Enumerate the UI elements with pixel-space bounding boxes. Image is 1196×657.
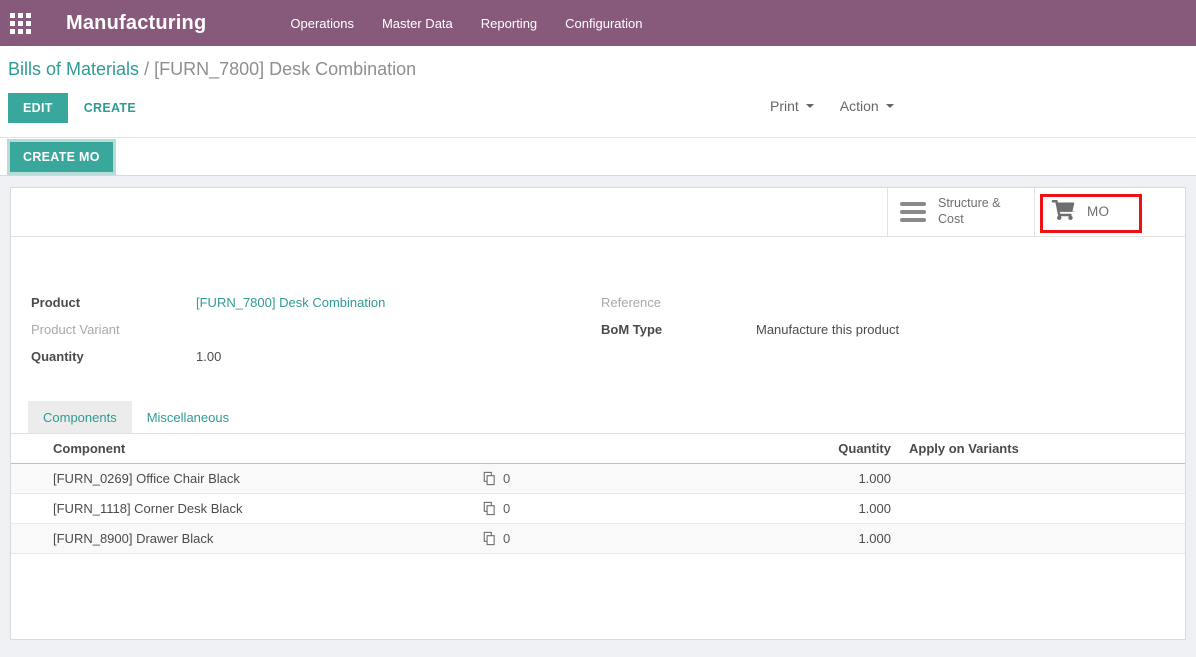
header-quantity: Quantity xyxy=(541,441,909,456)
apps-grid-icon[interactable] xyxy=(10,13,31,34)
mo-button[interactable]: MO xyxy=(1034,188,1147,236)
top-navbar: Manufacturing Operations Master Data Rep… xyxy=(0,0,1196,46)
form-sheet: Structure & Cost MO Product [FURN_7800] … xyxy=(10,187,1186,640)
quantity-cell[interactable]: 1.000 xyxy=(541,501,909,516)
product-variant-label: Product Variant xyxy=(31,322,196,337)
action-dropdowns: Print Action xyxy=(770,98,894,114)
table-row[interactable]: [FURN_1118] Corner Desk Black 0 1.000 xyxy=(11,494,1185,524)
copy-pages-icon xyxy=(481,501,496,516)
bom-type-value: Manufacture this product xyxy=(756,322,899,337)
product-label: Product xyxy=(31,295,196,310)
action-dropdown-label: Action xyxy=(840,98,879,114)
menu-operations[interactable]: Operations xyxy=(276,8,368,39)
menu-reporting[interactable]: Reporting xyxy=(467,8,551,39)
component-cell[interactable]: [FURN_8900] Drawer Black xyxy=(11,531,481,546)
breadcrumb-current: [FURN_7800] Desk Combination xyxy=(154,59,416,79)
tab-components[interactable]: Components xyxy=(28,401,132,433)
tab-miscellaneous[interactable]: Miscellaneous xyxy=(132,401,244,433)
quantity-value: 1.00 xyxy=(196,349,221,364)
badge-count: 0 xyxy=(503,471,510,486)
caret-down-icon xyxy=(806,104,814,108)
menu-configuration[interactable]: Configuration xyxy=(551,8,656,39)
reference-label: Reference xyxy=(601,295,756,310)
attachment-badge[interactable]: 0 xyxy=(481,471,541,486)
quantity-cell[interactable]: 1.000 xyxy=(541,531,909,546)
content-area: Structure & Cost MO Product [FURN_7800] … xyxy=(0,176,1196,640)
badge-count: 0 xyxy=(503,501,510,516)
components-table: Component Quantity Apply on Variants [FU… xyxy=(11,434,1185,554)
menu-master-data[interactable]: Master Data xyxy=(368,8,467,39)
shopping-cart-icon xyxy=(1051,200,1075,225)
badge-count: 0 xyxy=(503,531,510,546)
create-button[interactable]: CREATE xyxy=(84,101,136,115)
form-field-group: Product [FURN_7800] Desk Combination Pro… xyxy=(11,289,1185,370)
quantity-cell[interactable]: 1.000 xyxy=(541,471,909,486)
structure-cost-label: Structure & Cost xyxy=(938,196,1022,227)
table-header-row: Component Quantity Apply on Variants xyxy=(11,434,1185,464)
caret-down-icon xyxy=(886,104,894,108)
header-component: Component xyxy=(11,441,481,456)
bom-type-label: BoM Type xyxy=(601,322,756,337)
bars-icon xyxy=(900,202,926,222)
attachment-badge[interactable]: 0 xyxy=(481,531,541,546)
product-value-link[interactable]: [FURN_7800] Desk Combination xyxy=(196,295,385,310)
control-panel: Bills of Materials / [FURN_7800] Desk Co… xyxy=(0,46,1196,138)
header-apply-on-variants: Apply on Variants xyxy=(909,441,1185,456)
print-dropdown-label: Print xyxy=(770,98,799,114)
table-row[interactable]: [FURN_8900] Drawer Black 0 1.000 xyxy=(11,524,1185,554)
table-row[interactable]: [FURN_0269] Office Chair Black 0 1.000 xyxy=(11,464,1185,494)
navbar-menus: Operations Master Data Reporting Configu… xyxy=(276,8,656,39)
edit-button[interactable]: EDIT xyxy=(8,93,68,123)
stat-button-box: Structure & Cost MO xyxy=(11,188,1185,237)
notebook: Components Miscellaneous Component Quant… xyxy=(11,401,1185,554)
form-statusbar: CREATE MO xyxy=(0,138,1196,176)
tab-bar: Components Miscellaneous xyxy=(11,401,1185,434)
print-dropdown[interactable]: Print xyxy=(770,98,814,114)
copy-pages-icon xyxy=(481,531,496,546)
copy-pages-icon xyxy=(481,471,496,486)
mo-button-label: MO xyxy=(1087,204,1109,221)
breadcrumb: Bills of Materials / [FURN_7800] Desk Co… xyxy=(0,46,1196,86)
attachment-badge[interactable]: 0 xyxy=(481,501,541,516)
app-title: Manufacturing xyxy=(66,12,206,35)
create-mo-button[interactable]: CREATE MO xyxy=(10,142,113,172)
component-cell[interactable]: [FURN_0269] Office Chair Black xyxy=(11,471,481,486)
structure-cost-button[interactable]: Structure & Cost xyxy=(887,188,1034,236)
quantity-label: Quantity xyxy=(31,349,196,364)
breadcrumb-separator: / xyxy=(144,59,154,79)
component-cell[interactable]: [FURN_1118] Corner Desk Black xyxy=(11,501,481,516)
action-dropdown[interactable]: Action xyxy=(840,98,894,114)
breadcrumb-parent-link[interactable]: Bills of Materials xyxy=(8,59,139,79)
